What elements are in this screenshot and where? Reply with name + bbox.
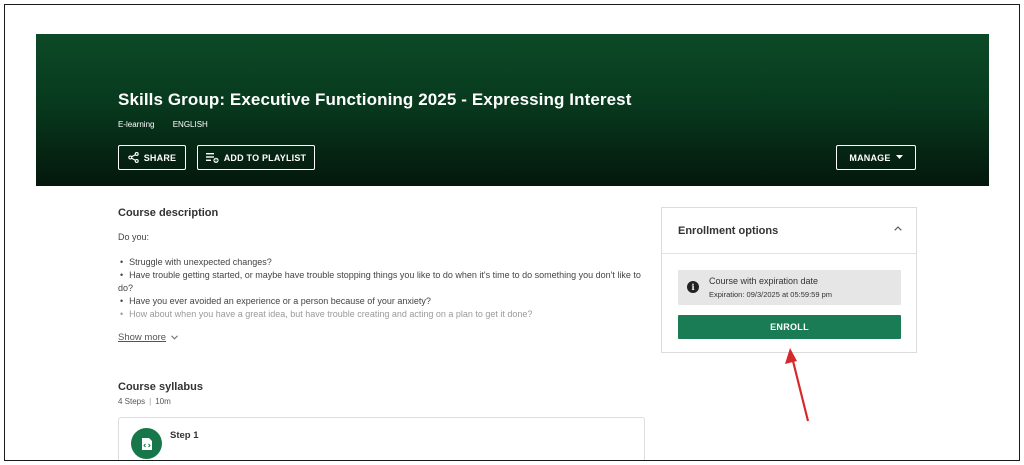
info-icon: i xyxy=(687,281,699,293)
course-type: E-learning xyxy=(118,120,155,129)
course-banner: Skills Group: Executive Functioning 2025… xyxy=(36,34,989,186)
add-to-playlist-button[interactable]: ADD TO PLAYLIST xyxy=(197,145,315,170)
add-to-playlist-label: ADD TO PLAYLIST xyxy=(223,152,307,163)
course-syllabus-heading: Course syllabus xyxy=(118,381,203,393)
caret-down-icon xyxy=(895,155,903,159)
syllabus-meta: 4 Steps | 10m xyxy=(118,397,171,406)
enrollment-header[interactable]: Enrollment options xyxy=(662,208,916,254)
show-more-label: Show more xyxy=(118,332,167,343)
option-expiration: Expiration: 09/3/2025 at 05:59:59 pm xyxy=(709,290,833,299)
share-label: SHARE xyxy=(143,152,177,163)
course-meta: E-learning ENGLISH xyxy=(118,120,224,129)
course-language: ENGLISH xyxy=(172,120,208,129)
expiration-option: i Course with expiration date Expiration… xyxy=(678,270,901,305)
playlist-add-icon xyxy=(205,153,219,163)
chevron-up-icon[interactable] xyxy=(894,226,902,231)
course-title: Skills Group: Executive Functioning 2025… xyxy=(118,90,632,109)
page-frame: Skills Group: Executive Functioning 2025… xyxy=(4,4,1020,461)
description-intro: Do you: xyxy=(118,232,150,242)
list-item: • Struggle with unexpected changes? xyxy=(120,257,272,267)
enrollment-options-card: Enrollment options i Course with expirat… xyxy=(661,207,917,353)
list-item: • Have you ever avoided an experience or … xyxy=(120,296,431,306)
option-title: Course with expiration date xyxy=(709,276,819,286)
step-title: Step 1 xyxy=(170,430,199,441)
step-card[interactable]: Step 1 xyxy=(118,417,645,460)
share-icon xyxy=(128,152,139,163)
description-list: • Struggle with unexpected changes? • Have… xyxy=(118,256,643,321)
list-item: • How about when you have a great idea, b… xyxy=(120,309,533,319)
annotation-arrow-icon xyxy=(785,348,810,422)
steps-count: 4 Steps xyxy=(118,397,146,406)
manage-label: MANAGE xyxy=(849,152,891,163)
enroll-button[interactable]: ENROLL xyxy=(678,315,901,339)
share-button[interactable]: SHARE xyxy=(118,145,186,170)
syllabus-duration: 10m xyxy=(155,397,171,406)
chevron-down-icon xyxy=(171,335,178,340)
enrollment-title: Enrollment options xyxy=(678,225,779,237)
course-description-heading: Course description xyxy=(118,207,219,219)
document-code-icon xyxy=(131,428,162,459)
show-more-link[interactable]: Show more xyxy=(118,332,178,343)
manage-dropdown[interactable]: MANAGE xyxy=(836,145,916,170)
list-item: • Have trouble getting started, or maybe … xyxy=(118,270,641,293)
